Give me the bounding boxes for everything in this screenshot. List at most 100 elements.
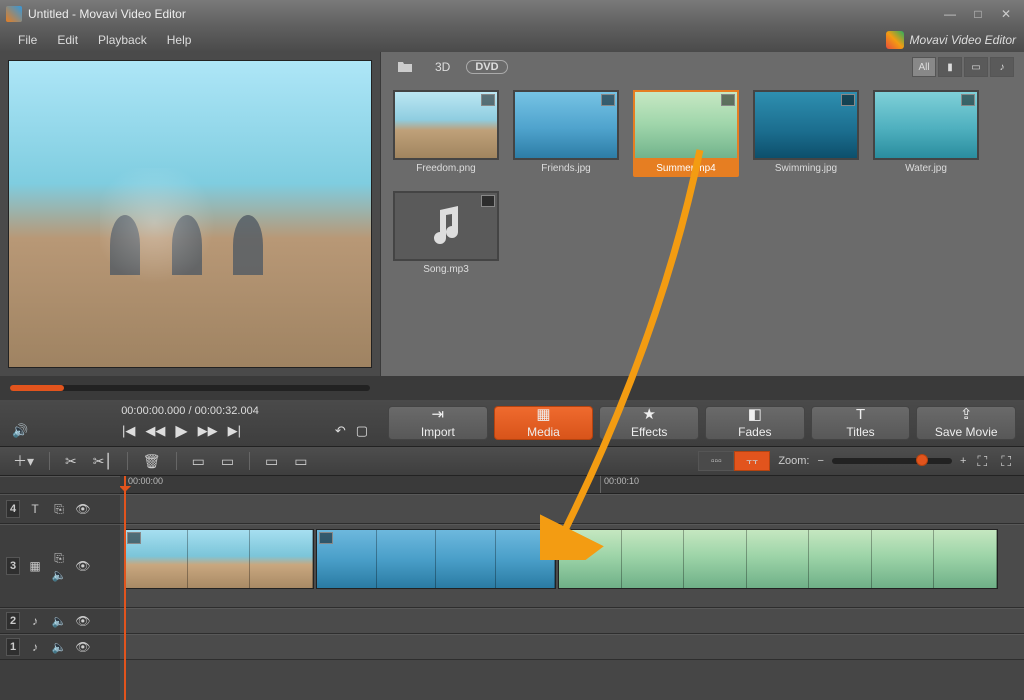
clip-badge-icon (127, 532, 141, 544)
cut-button[interactable]: ✂ (62, 451, 80, 472)
play-button[interactable]: ▶ (175, 421, 187, 441)
tab-label: Fades (738, 425, 771, 439)
tool-d-button[interactable]: ▭ (291, 451, 310, 472)
storyboard-view-button[interactable]: ▫▫▫ (698, 451, 734, 471)
add-button[interactable]: ＋▾ (10, 449, 37, 473)
prev-button[interactable]: |◀ (122, 423, 135, 439)
undo-button[interactable]: ↶ (335, 423, 346, 439)
tab-media[interactable]: ▦ Media (494, 406, 594, 440)
tab-import[interactable]: ⇥Import (388, 406, 488, 440)
filter-video-button[interactable]: ▮ (938, 57, 962, 77)
close-button[interactable]: ✕ (994, 6, 1018, 22)
split-button[interactable]: ✂⎮ (90, 451, 115, 472)
link-icon[interactable]: ⎘ (50, 551, 68, 566)
thumb-image (393, 191, 499, 261)
brand-label: Movavi Video Editor (910, 33, 1017, 47)
menu-file[interactable]: File (8, 31, 47, 49)
tool-b-button[interactable]: ▭ (218, 451, 237, 472)
tab-save-movie[interactable]: ⇪Save Movie (916, 406, 1016, 440)
thumb-badge-icon (841, 94, 855, 106)
thumb-label: Freedom.png (393, 160, 499, 177)
media-item[interactable]: Song.mp3 (393, 191, 499, 278)
timeline-view-button[interactable]: ⫟⫟ (734, 451, 770, 471)
fit-button[interactable]: ⛶ (974, 451, 990, 472)
three-d-button[interactable]: 3D (429, 58, 456, 76)
clip-summer[interactable]: Summer.mp4 (0:00:12) (558, 529, 998, 589)
tab-icon: ▦ (536, 407, 550, 422)
timecode: 00:00:00.000 / 00:00:32.004 (121, 405, 259, 417)
text-track-icon: T (26, 502, 44, 516)
playhead[interactable] (124, 476, 126, 700)
menu-edit[interactable]: Edit (47, 31, 88, 49)
playbar: 00:00:00.000 / 00:00:32.004 🔊 |◀ ◀◀ ▶ ▶▶… (0, 400, 1024, 446)
dvd-button[interactable]: DVD (466, 60, 507, 74)
track-head-3[interactable]: 3 ▦ ⎘ 🔈 👁 (0, 524, 120, 608)
media-item[interactable]: Friends.jpg (513, 90, 619, 177)
crop-button[interactable]: ▢ (356, 423, 368, 439)
thumb-image (513, 90, 619, 160)
audio-track-row-1[interactable] (120, 634, 1024, 660)
delete-button[interactable]: 🗑 (140, 451, 164, 472)
tab-icon: ★ (642, 407, 655, 422)
tool-c-button[interactable]: ▭ (262, 451, 281, 472)
main-tabs: ⇥Import ▦ Media ★Effects◧FadesTTitles⇪Save … (380, 402, 1024, 444)
eye-icon[interactable]: 👁 (74, 640, 92, 654)
track-head-1[interactable]: 1 ♪ 🔈 👁 (0, 634, 120, 660)
volume-button[interactable]: 🔊 (12, 423, 28, 439)
tab-titles[interactable]: TTitles (811, 406, 911, 440)
mute-icon[interactable]: 🔈 (50, 568, 68, 582)
preview-viewport[interactable] (8, 60, 372, 368)
thumb-badge-icon (601, 94, 615, 106)
minimize-button[interactable]: — (938, 6, 962, 22)
eye-icon[interactable]: 👁 (74, 502, 92, 516)
media-item[interactable]: Swimming.jpg (753, 90, 859, 177)
media-item[interactable]: Freedom.png (393, 90, 499, 177)
app-icon (6, 6, 22, 22)
track-area[interactable]: 00:00:00 00:00:10 Freedom.png (0:00:05) … (120, 476, 1024, 700)
media-toolbar: 3D DVD All ▮ ▭ ♪ (381, 52, 1024, 82)
filter-audio-button[interactable]: ♪ (990, 57, 1014, 77)
mute-icon[interactable]: 🔈 (50, 614, 68, 628)
eye-icon[interactable]: 👁 (74, 614, 92, 628)
menu-playback[interactable]: Playback (88, 31, 157, 49)
clip-friends[interactable]: Friends.jpg (0:00:05) (316, 529, 556, 589)
track-head-2[interactable]: 2 ♪ 🔈 👁 (0, 608, 120, 634)
tool-a-button[interactable]: ▭ (189, 451, 208, 472)
zoom-in-button[interactable]: + (960, 455, 966, 467)
maximize-button[interactable]: □ (966, 6, 990, 22)
progress[interactable] (0, 385, 380, 391)
thumb-badge-icon (721, 94, 735, 106)
track-head-4[interactable]: 4 T ⎘ 👁 (0, 494, 120, 524)
audio-track-icon: ♪ (26, 614, 44, 628)
media-item[interactable]: Summer.mp4 (633, 90, 739, 177)
tab-icon: ⇥ (432, 407, 445, 422)
preview-panel (0, 52, 380, 376)
media-item[interactable]: Water.jpg (873, 90, 979, 177)
time-ruler[interactable]: 00:00:00 00:00:10 (120, 476, 1024, 494)
tab-fades[interactable]: ◧Fades (705, 406, 805, 440)
forward-button[interactable]: ▶▶ (198, 423, 218, 439)
filter-image-button[interactable]: ▭ (964, 57, 988, 77)
fullscreen-button[interactable]: ⛶ (998, 451, 1014, 472)
filter-all-button[interactable]: All (912, 57, 936, 77)
title-track-row[interactable] (120, 494, 1024, 524)
mute-icon[interactable]: 🔈 (50, 640, 68, 654)
window-title: Untitled - Movavi Video Editor (28, 7, 938, 21)
video-track-row[interactable]: Freedom.png (0:00:05) Friends.jpg (0:00:… (120, 524, 1024, 608)
zoom-out-button[interactable]: − (818, 455, 824, 467)
eye-icon[interactable]: 👁 (74, 559, 92, 573)
thumb-label: Summer.mp4 (633, 160, 739, 177)
tab-effects[interactable]: ★Effects (599, 406, 699, 440)
audio-track-row-2[interactable] (120, 608, 1024, 634)
next-button[interactable]: ▶| (228, 423, 241, 439)
thumb-badge-icon (481, 94, 495, 106)
brand-icon (886, 31, 904, 49)
thumb-badge-icon (481, 195, 495, 207)
zoom-slider[interactable] (832, 458, 952, 464)
link-icon[interactable]: ⎘ (50, 502, 68, 517)
clip-freedom[interactable]: Freedom.png (0:00:05) (124, 529, 314, 589)
open-folder-button[interactable] (391, 57, 419, 78)
menu-help[interactable]: Help (157, 31, 202, 49)
tab-label: Media (527, 425, 560, 439)
rewind-button[interactable]: ◀◀ (145, 423, 165, 439)
